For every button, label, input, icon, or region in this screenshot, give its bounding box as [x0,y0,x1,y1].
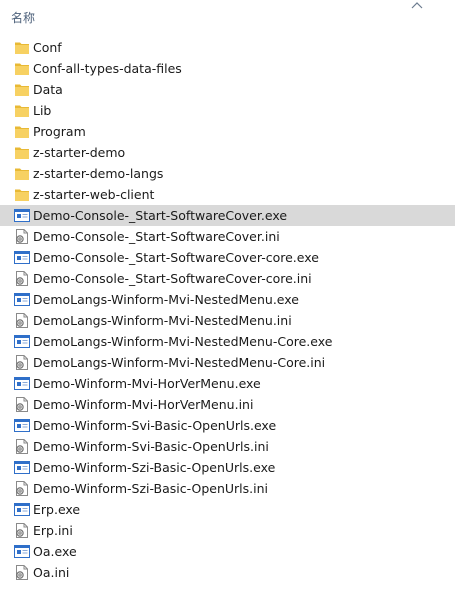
file-name: DemoLangs-Winform-Mvi-NestedMenu.ini [33,313,292,328]
file-list-item[interactable]: Demo-Winform-Svi-Basic-OpenUrls.ini [0,436,455,457]
file-list-item[interactable]: DemoLangs-Winform-Mvi-NestedMenu-Core.in… [0,352,455,373]
file-list-item[interactable]: Erp.ini [0,520,455,541]
settings-file-icon [14,271,30,286]
file-name: z-starter-web-client [33,187,155,202]
file-name: DemoLangs-Winform-Mvi-NestedMenu-Core.ex… [33,334,333,349]
file-list-item[interactable]: z-starter-demo [0,142,455,163]
application-exe-icon [14,208,30,223]
settings-file-icon [14,397,30,412]
file-name: z-starter-demo-langs [33,166,164,181]
file-list-item[interactable]: Erp.exe [0,499,455,520]
application-exe-icon [14,544,30,559]
file-list-item[interactable]: Conf-all-types-data-files [0,58,455,79]
file-name: Demo-Console-_Start-SoftwareCover-core.e… [33,250,319,265]
file-list-item[interactable]: Program [0,121,455,142]
file-name: Demo-Winform-Mvi-HorVerMenu.ini [33,397,254,412]
folder-icon [14,103,30,118]
file-list-item[interactable]: z-starter-web-client [0,184,455,205]
file-name: Demo-Winform-Svi-Basic-OpenUrls.ini [33,439,269,454]
folder-icon [14,82,30,97]
file-list-item[interactable]: Demo-Winform-Szi-Basic-OpenUrls.ini [0,478,455,499]
file-name: Erp.exe [33,502,81,517]
file-name: Demo-Winform-Svi-Basic-OpenUrls.exe [33,418,277,433]
application-exe-icon [14,292,30,307]
file-name: Demo-Console-_Start-SoftwareCover.ini [33,229,280,244]
file-list-item[interactable]: z-starter-demo-langs [0,163,455,184]
file-name: DemoLangs-Winform-Mvi-NestedMenu.exe [33,292,299,307]
settings-file-icon [14,523,30,538]
file-name: Demo-Winform-Szi-Basic-OpenUrls.ini [33,481,268,496]
folder-icon [14,124,30,139]
file-list-item[interactable]: Demo-Winform-Mvi-HorVerMenu.exe [0,373,455,394]
folder-icon [14,145,30,160]
settings-file-icon [14,481,30,496]
sort-ascending-icon[interactable] [411,0,423,10]
file-list-item[interactable]: Demo-Winform-Szi-Basic-OpenUrls.exe [0,457,455,478]
folder-icon [14,61,30,76]
file-name: Program [33,124,86,139]
file-name: Conf [33,40,62,55]
folder-icon [14,40,30,55]
file-name: Demo-Console-_Start-SoftwareCover-core.i… [33,271,312,286]
file-list-item[interactable]: DemoLangs-Winform-Mvi-NestedMenu-Core.ex… [0,331,455,352]
file-name: DemoLangs-Winform-Mvi-NestedMenu-Core.in… [33,355,326,370]
settings-file-icon [14,565,30,580]
settings-file-icon [14,229,30,244]
file-list-item[interactable]: Demo-Console-_Start-SoftwareCover-core.i… [0,268,455,289]
file-list-item[interactable]: DemoLangs-Winform-Mvi-NestedMenu.exe [0,289,455,310]
file-name: Data [33,82,63,97]
file-list-item[interactable]: Demo-Winform-Mvi-HorVerMenu.ini [0,394,455,415]
name-column-header[interactable]: 名称 [11,9,35,26]
file-list-item[interactable]: Demo-Console-_Start-SoftwareCover.ini [0,226,455,247]
file-list-item[interactable]: Demo-Console-_Start-SoftwareCover.exe [0,205,455,226]
file-list-item[interactable]: Demo-Console-_Start-SoftwareCover-core.e… [0,247,455,268]
file-name: Oa.ini [33,565,70,580]
file-list-item[interactable]: Oa.ini [0,562,455,583]
application-exe-icon [14,376,30,391]
file-list-item[interactable]: DemoLangs-Winform-Mvi-NestedMenu.ini [0,310,455,331]
application-exe-icon [14,250,30,265]
application-exe-icon [14,334,30,349]
settings-file-icon [14,439,30,454]
file-list-item[interactable]: Conf [0,37,455,58]
file-name: Demo-Winform-Mvi-HorVerMenu.exe [33,376,261,391]
file-list-item[interactable]: Data [0,79,455,100]
file-list: Conf Conf-all-types-data-files Data Lib … [0,37,455,583]
file-list-item[interactable]: Demo-Winform-Svi-Basic-OpenUrls.exe [0,415,455,436]
settings-file-icon [14,313,30,328]
file-name: Lib [33,103,52,118]
application-exe-icon [14,460,30,475]
file-name: Demo-Winform-Szi-Basic-OpenUrls.exe [33,460,276,475]
file-list-item[interactable]: Oa.exe [0,541,455,562]
file-name: Conf-all-types-data-files [33,61,182,76]
file-list-item[interactable]: Lib [0,100,455,121]
file-name: Demo-Console-_Start-SoftwareCover.exe [33,208,288,223]
file-name: Erp.ini [33,523,73,538]
settings-file-icon [14,355,30,370]
application-exe-icon [14,502,30,517]
application-exe-icon [14,418,30,433]
folder-icon [14,187,30,202]
file-name: z-starter-demo [33,145,126,160]
file-name: Oa.exe [33,544,77,559]
column-header: 名称 [0,0,455,34]
folder-icon [14,166,30,181]
